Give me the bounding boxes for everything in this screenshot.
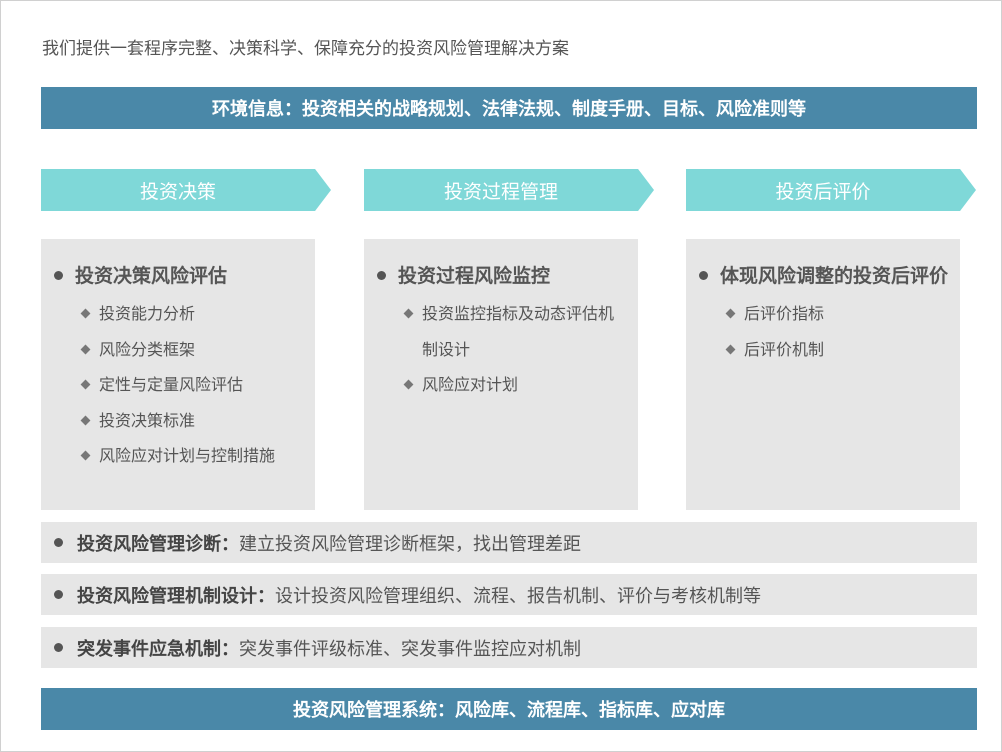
stage-card-process: 投资过程风险监控 投资监控指标及动态评估机制设计 风险应对计划 <box>364 239 638 510</box>
diamond-bullet-icon <box>80 308 91 319</box>
stage-card-post-evaluation: 体现风险调整的投资后评价 后评价指标 后评价机制 <box>686 239 960 510</box>
card-title: 体现风险调整的投资后评价 <box>699 257 948 295</box>
row-label: 突发事件应急机制 <box>77 638 221 660</box>
diamond-bullet-icon <box>80 344 91 354</box>
list-item-text: 投资监控指标及动态评估机制设计 <box>422 304 615 359</box>
row-label: 投资风险管理诊断 <box>77 533 221 555</box>
diamond-bullet-icon <box>80 379 91 390</box>
bullet-dot-icon <box>54 643 63 652</box>
risk-management-system-bar: 投资风险管理系统：风险库、流程库、指标库、应对库 <box>41 688 977 730</box>
diamond-bullet-icon <box>725 308 736 319</box>
list-item: 风险应对计划与控制措施 <box>54 438 303 474</box>
environment-info-bar: 环境信息：投资相关的战略规划、法律法规、制度手册、目标、风险准则等 <box>41 87 977 129</box>
stage-arrow-label: 投资决策 <box>139 180 216 203</box>
card-title-text: 体现风险调整的投资后评价 <box>720 265 949 287</box>
stage-arrow-label: 投资后评价 <box>775 180 871 203</box>
diamond-bullet-icon <box>725 344 736 354</box>
stage-arrow-decision: 投资决策 <box>41 169 331 211</box>
card-title: 投资过程风险监控 <box>377 257 626 295</box>
diamond-bullet-icon <box>403 379 414 390</box>
diagram-frame: 我们提供一套程序完整、决策科学、保障充分的投资风险管理解决方案 环境信息：投资相… <box>0 0 1002 752</box>
intro-text: 我们提供一套程序完整、决策科学、保障充分的投资风险管理解决方案 <box>42 39 569 59</box>
list-item: 投资决策标准 <box>54 403 303 439</box>
card-title-text: 投资过程风险监控 <box>398 265 551 287</box>
list-item-text: 后评价指标 <box>744 304 825 323</box>
row-separator: ： <box>221 533 239 555</box>
list-item-text: 风险应对计划与控制措施 <box>99 446 276 465</box>
row-separator: ： <box>257 585 275 607</box>
bullet-dot-icon <box>54 538 63 547</box>
row-text: 突发事件评级标准、突发事件监控应对机制 <box>239 638 581 660</box>
row-text: 建立投资风险管理诊断框架，找出管理差距 <box>239 533 581 555</box>
list-item: 风险分类框架 <box>54 332 303 368</box>
list-item: 风险应对计划 <box>377 367 626 403</box>
list-item-text: 定性与定量风险评估 <box>99 375 244 394</box>
stage-arrow-process: 投资过程管理 <box>364 169 654 211</box>
stage-card-decision: 投资决策风险评估 投资能力分析 风险分类框架 定性与定量风险评估 投资决策标准 … <box>41 239 315 510</box>
list-item: 投资能力分析 <box>54 296 303 332</box>
row-separator: ： <box>221 638 239 660</box>
row-emergency: 突发事件应急机制：突发事件评级标准、突发事件监控应对机制 <box>41 627 977 668</box>
list-item: 后评价机制 <box>699 332 948 368</box>
list-item-text: 风险分类框架 <box>99 339 196 359</box>
list-item: 投资监控指标及动态评估机制设计 <box>377 296 626 367</box>
card-title-text: 投资决策风险评估 <box>75 265 228 287</box>
diamond-bullet-icon <box>403 308 414 319</box>
list-item-text: 投资能力分析 <box>99 304 196 323</box>
stage-arrow-label: 投资过程管理 <box>443 180 558 203</box>
bullet-dot-icon <box>54 590 63 599</box>
list-item: 后评价指标 <box>699 296 948 332</box>
card-title: 投资决策风险评估 <box>54 257 303 295</box>
list-item: 定性与定量风险评估 <box>54 367 303 403</box>
bullet-dot-icon <box>377 271 386 280</box>
row-mechanism-design: 投资风险管理机制设计：设计投资风险管理组织、流程、报告机制、评价与考核机制等 <box>41 574 977 615</box>
bullet-dot-icon <box>699 271 708 280</box>
diamond-bullet-icon <box>80 415 91 425</box>
stage-arrow-post-evaluation: 投资后评价 <box>686 169 976 211</box>
diamond-bullet-icon <box>80 450 91 461</box>
list-item-text: 风险应对计划 <box>422 375 519 394</box>
row-diagnosis: 投资风险管理诊断：建立投资风险管理诊断框架，找出管理差距 <box>41 522 977 563</box>
row-text: 设计投资风险管理组织、流程、报告机制、评价与考核机制等 <box>275 585 761 607</box>
list-item-text: 投资决策标准 <box>99 410 196 430</box>
row-label: 投资风险管理机制设计 <box>77 585 257 607</box>
bullet-dot-icon <box>54 271 63 280</box>
list-item-text: 后评价机制 <box>744 339 825 359</box>
